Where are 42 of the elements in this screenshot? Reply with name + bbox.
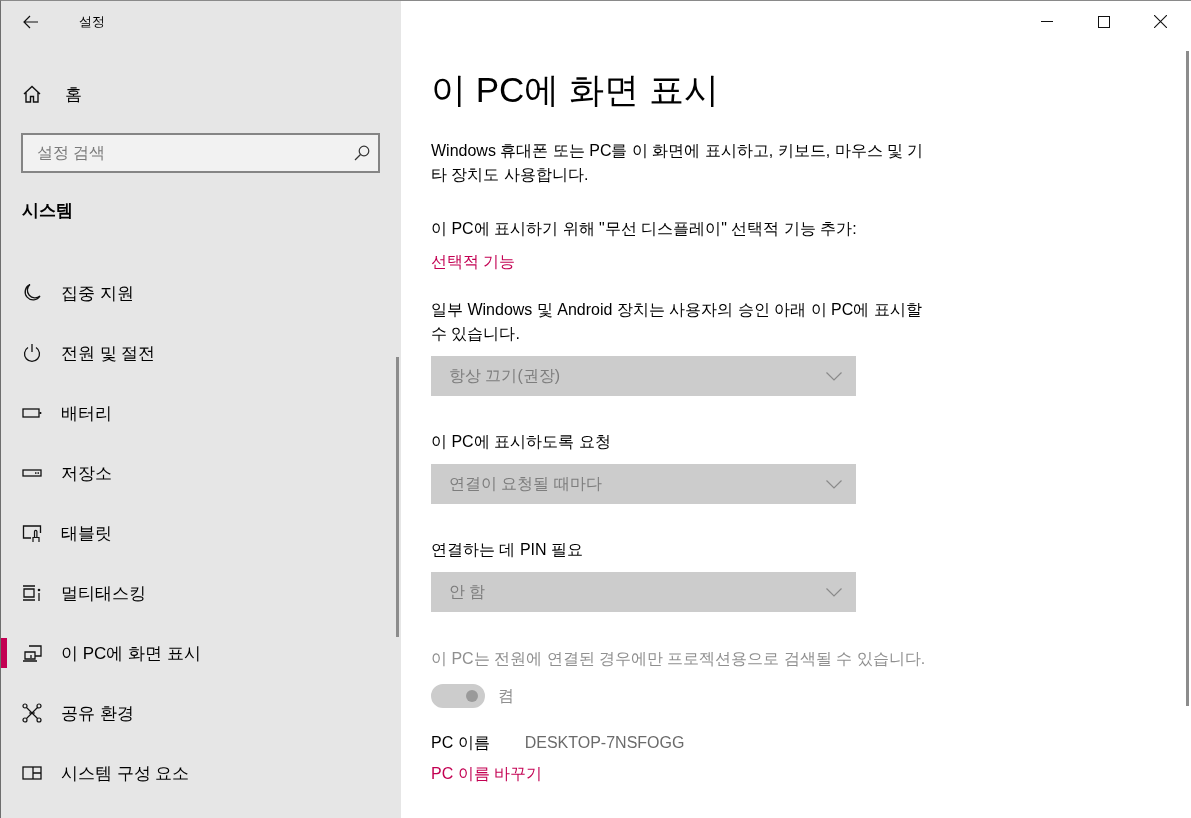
- scrollbar-thumb[interactable]: [396, 357, 399, 637]
- page-title: 이 PC에 화면 표시: [431, 70, 719, 110]
- network-nodes-icon: [22, 703, 42, 723]
- sidebar-item[interactable]: 공유 환경: [1, 698, 401, 728]
- close-icon: [1154, 15, 1167, 28]
- minimize-icon: [1040, 21, 1053, 22]
- screen-projection-icon: [22, 643, 42, 663]
- sidebar-item[interactable]: 전원 및 절전: [1, 338, 401, 368]
- sidebar-item[interactable]: 멀티태스킹: [1, 578, 401, 608]
- maximize-icon: [1097, 15, 1110, 28]
- sidebar-item[interactable]: 태블릿: [1, 518, 401, 548]
- moon-icon: [22, 283, 42, 303]
- search-icon: [354, 145, 370, 161]
- back-arrow-icon: [23, 14, 39, 29]
- sidebar-item[interactable]: 저장소: [1, 458, 401, 488]
- setting-label: 일부 Windows 및 Android 장치는 사용자의 승인 아래 이 PC에 표시할 수 있습니다.: [431, 300, 923, 344]
- sidebar-item[interactable]: 시스템 구성 요소: [1, 758, 401, 788]
- feature-prompt-text: 이 PC에 표시하기 위해 "무선 디스플레이" 선택적 기능 추가:: [431, 219, 857, 239]
- rename-pc-link[interactable]: PC 이름 바꾸기: [431, 762, 543, 786]
- optional-features-link[interactable]: 선택적 기능: [431, 250, 516, 274]
- setting-label: 연결하는 데 PIN 필요: [431, 540, 584, 560]
- pc-name-value: DESKTOP-7NSFOGG: [524, 734, 685, 752]
- chevron-down-icon: [826, 371, 842, 381]
- chevron-down-icon: [826, 587, 842, 597]
- chevron-down-icon: [826, 479, 842, 489]
- multitasking-icon: [22, 583, 42, 603]
- sidebar-item[interactable]: 집중 지원: [1, 278, 401, 308]
- power-icon: [22, 343, 42, 363]
- home-link[interactable]: 홈: [1, 72, 401, 116]
- scrollbar-thumb[interactable]: [1186, 51, 1189, 706]
- sidebar-item[interactable]: 배터리: [1, 398, 401, 428]
- split-panel-icon: [22, 763, 42, 783]
- window-title: 설정: [79, 12, 105, 31]
- search-field[interactable]: 설정 검색: [21, 133, 380, 173]
- tablet-touch-icon: [22, 523, 42, 543]
- power-note-text: 이 PC는 전원에 연결된 경우에만 프로젝션용으로 검색될 수 있습니다.: [431, 649, 926, 669]
- home-icon: [23, 85, 41, 103]
- pc-name-label: PC 이름: [431, 732, 490, 753]
- setting-label: 이 PC에 표시하도록 요청: [431, 432, 612, 452]
- description-text: Windows 휴대폰 또는 PC를 이 화면에 표시하고, 키보드, 마우스 및 기타 장치도 사용합니다.: [431, 141, 925, 185]
- section-heading: 시스템: [22, 200, 74, 222]
- toggle-state-label: 켬: [498, 685, 514, 706]
